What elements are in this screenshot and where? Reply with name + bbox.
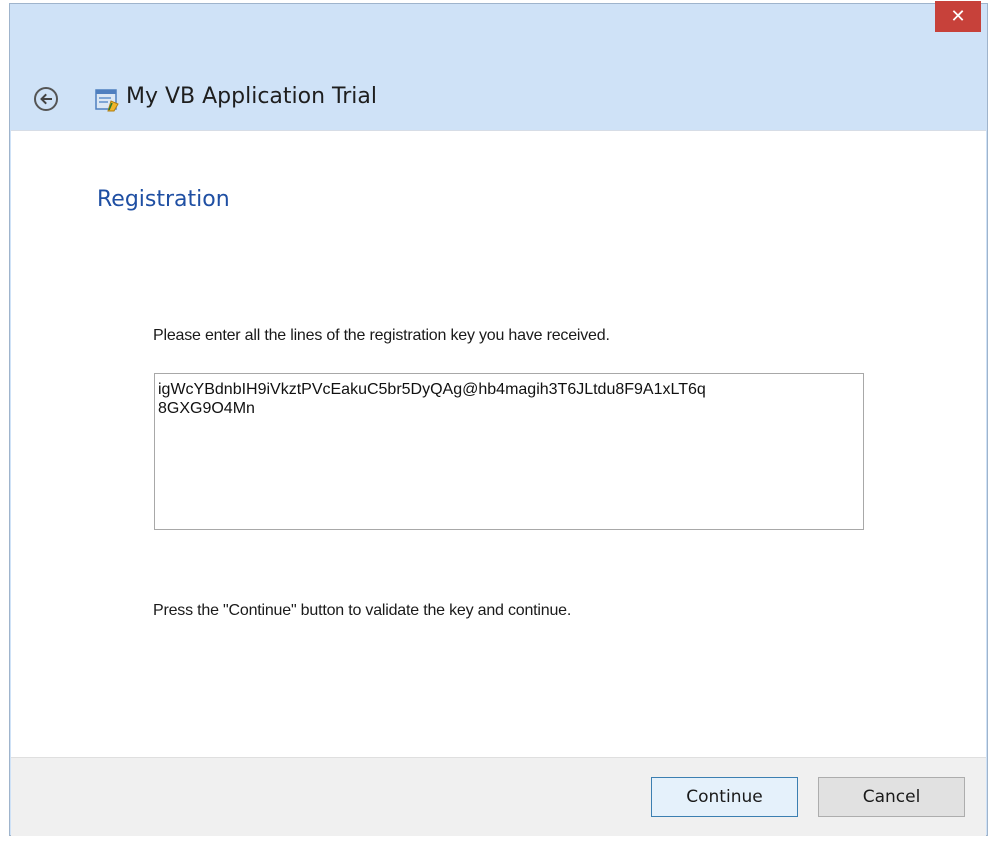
registration-key-input[interactable]: igWcYBdnbIH9iVkztPVcEakuC5br5DyQAg@hb4ma… bbox=[154, 373, 864, 530]
button-bar: Continue Cancel bbox=[11, 757, 986, 836]
content-area: Registration Please enter all the lines … bbox=[11, 130, 986, 758]
continue-button[interactable]: Continue bbox=[651, 777, 798, 817]
page-title: Registration bbox=[97, 187, 230, 212]
window-title: My VB Application Trial bbox=[126, 84, 378, 109]
back-arrow-icon bbox=[40, 93, 52, 105]
back-button[interactable] bbox=[34, 87, 58, 111]
application-icon bbox=[95, 89, 119, 112]
close-icon: ✕ bbox=[950, 6, 966, 27]
cancel-button[interactable]: Cancel bbox=[818, 777, 965, 817]
close-button[interactable]: ✕ bbox=[935, 1, 981, 32]
instruction-text: Please enter all the lines of the regist… bbox=[153, 327, 610, 344]
continue-instruction-text: Press the "Continue" button to validate … bbox=[153, 602, 572, 619]
title-bar: My VB Application Trial bbox=[10, 64, 987, 124]
application-window: ✕ My VB Application Trial Registration P… bbox=[9, 1, 988, 836]
